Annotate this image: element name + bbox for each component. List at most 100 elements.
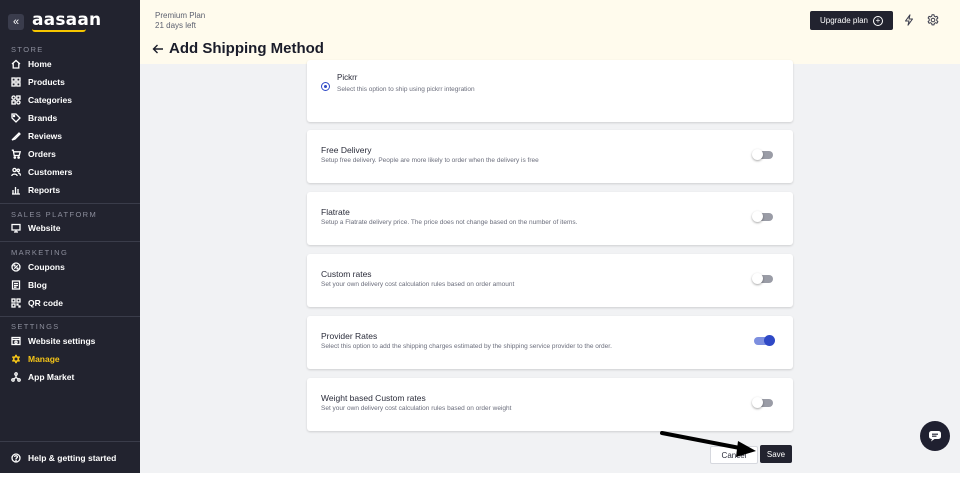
sidebar-item-orders[interactable]: Orders	[11, 147, 56, 161]
sidebar-item-website-settings[interactable]: Website settings	[11, 334, 95, 348]
top-bar: Premium Plan 21 days left Add Shipping M…	[140, 0, 960, 64]
sidebar-item-label: Coupons	[28, 262, 65, 272]
upgrade-plan-button[interactable]: Upgrade plan +	[810, 11, 893, 30]
chat-support-button[interactable]	[920, 421, 950, 451]
provider-rates-toggle[interactable]	[754, 335, 775, 346]
method-description: Set your own delivery cost calculation r…	[321, 281, 515, 288]
custom-rates-toggle[interactable]	[752, 273, 773, 284]
monitor-icon	[11, 223, 21, 233]
method-title: Provider Rates	[321, 331, 378, 341]
sidebar-item-label: Products	[28, 77, 65, 87]
section-header-marketing: MARKETING	[11, 248, 69, 257]
reviews-icon	[11, 132, 21, 141]
shipping-method-card-custom-rates: Custom rates Set your own delivery cost …	[307, 254, 793, 307]
weight-based-rates-toggle[interactable]	[752, 397, 773, 408]
shipping-method-card-weight-based: Weight based Custom rates Set your own d…	[307, 378, 793, 431]
toggle-knob	[752, 273, 763, 284]
sidebar-item-label: Website settings	[28, 336, 96, 346]
section-header-sales-platform: SALES PLATFORM	[11, 210, 98, 219]
sidebar-item-reviews[interactable]: Reviews	[11, 129, 62, 143]
method-title: Free Delivery	[321, 145, 372, 155]
sidebar: « aasaan STORE Home Products Categories …	[0, 0, 140, 473]
coupon-icon	[11, 262, 21, 272]
blog-icon	[11, 280, 21, 290]
sidebar-item-label: Reports	[28, 185, 61, 195]
sidebar-item-qr-code[interactable]: QR code	[11, 296, 63, 310]
pickrr-radio[interactable]	[321, 82, 330, 91]
website-settings-icon	[11, 336, 21, 346]
sidebar-item-products[interactable]: Products	[11, 75, 65, 89]
products-icon	[11, 77, 21, 87]
help-icon	[11, 453, 21, 463]
toggle-knob	[764, 335, 775, 346]
sidebar-item-categories[interactable]: Categories	[11, 93, 72, 107]
sidebar-item-help[interactable]: Help & getting started	[11, 451, 116, 465]
sidebar-item-blog[interactable]: Blog	[11, 278, 47, 292]
save-button[interactable]: Save	[760, 445, 792, 463]
collapse-sidebar-button[interactable]: «	[8, 14, 24, 30]
bottom-strip	[0, 473, 960, 480]
gear-icon[interactable]	[927, 14, 939, 26]
toggle-knob	[752, 397, 763, 408]
back-arrow-icon[interactable]	[151, 42, 165, 56]
logo-smile-mark	[32, 29, 86, 32]
sidebar-item-label: Help & getting started	[28, 453, 117, 463]
cancel-button[interactable]: Cancel	[710, 446, 758, 464]
app-market-icon	[11, 372, 21, 382]
bolt-icon[interactable]	[903, 14, 915, 26]
method-title: Flatrate	[321, 207, 350, 217]
sidebar-item-label: Brands	[28, 113, 58, 123]
categories-icon	[11, 95, 21, 105]
sidebar-divider	[0, 241, 140, 242]
main-content: Pickrr Select this option to ship using …	[140, 60, 960, 473]
sidebar-item-home[interactable]: Home	[11, 57, 52, 71]
sidebar-item-label: Blog	[28, 280, 47, 290]
tag-icon	[11, 113, 21, 123]
plan-name: Premium Plan	[155, 11, 206, 20]
sidebar-item-label: QR code	[28, 298, 63, 308]
toggle-knob	[752, 149, 763, 160]
method-title: Custom rates	[321, 269, 372, 279]
shipping-method-card-free-delivery: Free Delivery Setup free delivery. Peopl…	[307, 130, 793, 183]
flatrate-toggle[interactable]	[752, 211, 773, 222]
sidebar-item-label: Categories	[28, 95, 72, 105]
sidebar-item-reports[interactable]: Reports	[11, 183, 60, 197]
shipping-method-card-provider-rates: Provider Rates Select this option to add…	[307, 316, 793, 369]
method-description: Select this option to add the shipping c…	[321, 343, 612, 350]
sidebar-divider	[0, 203, 140, 204]
gear-icon	[12, 354, 20, 364]
sidebar-item-manage[interactable]: Manage	[11, 352, 60, 366]
brand-logo[interactable]: aasaan	[32, 10, 101, 30]
sidebar-item-brands[interactable]: Brands	[11, 111, 57, 125]
sidebar-item-label: Customers	[28, 167, 73, 177]
section-header-settings: SETTINGS	[11, 322, 60, 331]
method-description: Set your own delivery cost calculation r…	[321, 405, 512, 412]
cart-icon	[11, 149, 21, 159]
sidebar-divider	[0, 316, 140, 317]
home-icon	[11, 59, 21, 69]
users-icon	[11, 167, 21, 177]
sidebar-item-app-market[interactable]: App Market	[11, 370, 74, 384]
method-title: Weight based Custom rates	[321, 393, 426, 403]
sidebar-item-label: Manage	[28, 354, 60, 364]
sidebar-item-label: Website	[28, 223, 61, 233]
sidebar-item-customers[interactable]: Customers	[11, 165, 72, 179]
upgrade-plan-label: Upgrade plan	[819, 16, 869, 25]
method-description: Setup free delivery. People are more lik…	[321, 157, 539, 164]
plan-days-left: 21 days left	[155, 21, 196, 30]
shipping-method-card-pickrr[interactable]: Pickrr Select this option to ship using …	[307, 60, 793, 122]
sidebar-item-label: Orders	[28, 149, 56, 159]
toggle-knob	[752, 211, 763, 222]
shipping-method-card-flatrate: Flatrate Setup a Flatrate delivery price…	[307, 192, 793, 245]
sidebar-item-coupons[interactable]: Coupons	[11, 260, 65, 274]
sidebar-divider	[0, 441, 140, 442]
plus-circle-icon: +	[873, 15, 884, 26]
chat-icon	[929, 431, 941, 442]
page-title-row: Add Shipping Method	[151, 40, 324, 57]
sidebar-item-website[interactable]: Website	[11, 221, 60, 235]
sidebar-item-label: Reviews	[28, 131, 63, 141]
method-title: Pickrr	[337, 73, 358, 82]
method-description: Setup a Flatrate delivery price. The pri…	[321, 219, 578, 226]
page-title: Add Shipping Method	[169, 40, 324, 57]
free-delivery-toggle[interactable]	[752, 149, 773, 160]
